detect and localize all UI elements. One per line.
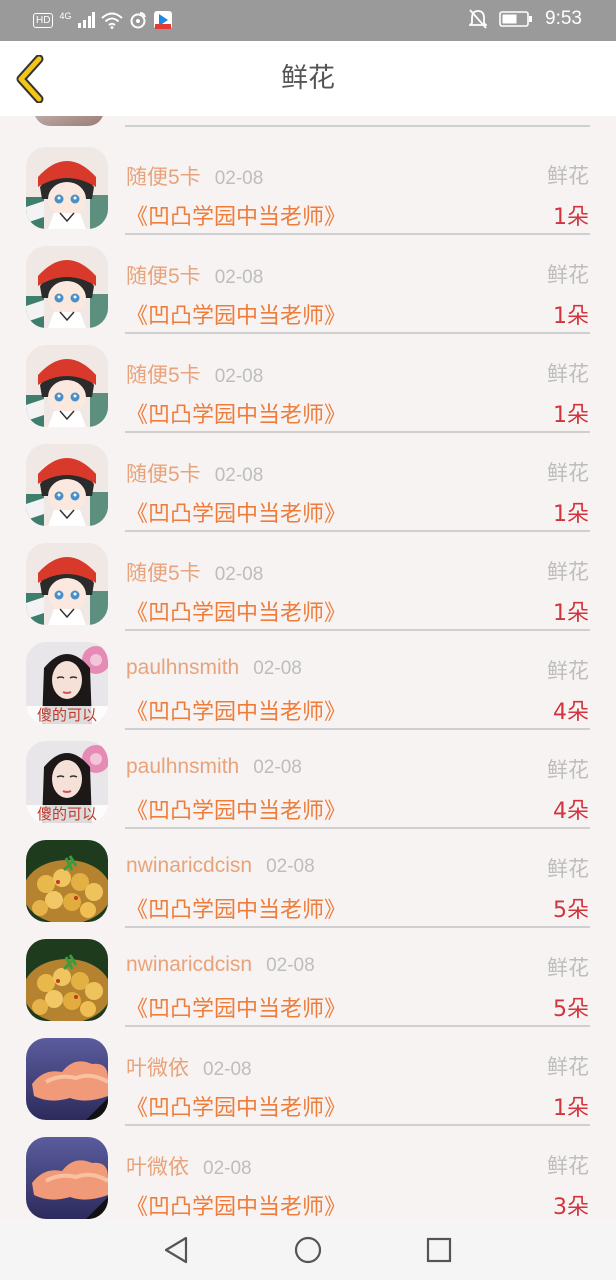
username[interactable]: paulhnsmith xyxy=(126,755,239,778)
username[interactable]: 叶微依 xyxy=(126,1156,189,1179)
status-right: 9:53 xyxy=(469,8,582,30)
date: 02-08 xyxy=(253,757,302,778)
flower-gift-list[interactable]: 随便5卡 02-08 鲜花 《凹凸学园中当老师》 1朵 随便5卡 02-08 鲜花 《凹凸学园中… xyxy=(0,116,616,1219)
wifi-icon xyxy=(101,12,124,29)
nav-back-icon[interactable] xyxy=(162,1235,192,1265)
weibo-icon xyxy=(130,12,147,29)
date: 02-08 xyxy=(214,465,264,486)
username-line: 随便5卡 02-08 xyxy=(126,161,263,191)
status-bar: HD 4G 9:53 xyxy=(0,0,616,41)
date: 02-08 xyxy=(214,168,264,189)
gift-type: 鲜花 xyxy=(547,1154,589,1178)
username-line: 随便5卡 02-08 xyxy=(126,458,263,488)
date: 02-08 xyxy=(266,955,315,976)
avatar[interactable] xyxy=(26,345,108,427)
username[interactable]: 随便5卡 xyxy=(126,265,201,288)
username[interactable]: nwinaricdcisn xyxy=(126,953,252,976)
username[interactable]: paulhnsmith xyxy=(126,656,239,679)
nav-recents-icon[interactable] xyxy=(424,1235,454,1265)
avatar[interactable] xyxy=(26,939,108,1021)
system-navigation-bar xyxy=(0,1219,616,1280)
list-item[interactable]: nwinaricdcisn 02-08 鲜花 《凹凸学园中当老师》 5朵 xyxy=(0,820,616,928)
date: 02-08 xyxy=(203,1158,252,1179)
date: 02-08 xyxy=(203,1059,252,1080)
gift-type: 鲜花 xyxy=(547,263,589,287)
list-item[interactable]: 傻的可以 paulhnsmith 02-08 鲜花 《凹凸学园中当老师》 4朵 xyxy=(0,622,616,730)
username[interactable]: 随便5卡 xyxy=(126,562,201,585)
page-title: 鲜花 xyxy=(281,63,335,94)
avatar[interactable]: 傻的可以 xyxy=(26,642,108,724)
avatar[interactable] xyxy=(26,1137,108,1219)
gift-type: 鲜花 xyxy=(547,758,589,782)
date: 02-08 xyxy=(253,658,302,679)
username[interactable]: 随便5卡 xyxy=(126,364,201,387)
clock: 9:53 xyxy=(545,8,582,29)
username-line: 随便5卡 02-08 xyxy=(126,260,263,290)
book-title[interactable]: 《凹凸学园中当老师》 xyxy=(126,1189,346,1219)
username[interactable]: 随便5卡 xyxy=(126,463,201,486)
username-line: 叶微依 02-08 xyxy=(126,1052,252,1082)
app-notification-icon xyxy=(154,11,173,29)
username-line: 叶微依 02-08 xyxy=(126,1151,252,1181)
avatar xyxy=(34,116,104,126)
gift-type: 鲜花 xyxy=(547,1055,589,1079)
gift-type: 鲜花 xyxy=(547,362,589,386)
avatar[interactable] xyxy=(26,147,108,229)
list-item[interactable]: 叶微依 02-08 鲜花《凹凸学园中当老师》 3朵 xyxy=(0,1117,616,1219)
list-item[interactable]: 叶微依 02-08 鲜花 《凹凸学园中当老师》 1朵 xyxy=(0,1018,616,1126)
username-line: 随便5卡 02-08 xyxy=(126,557,263,587)
username-line: 随便5卡 02-08 xyxy=(126,359,263,389)
avatar[interactable] xyxy=(26,246,108,328)
list-item[interactable]: 随便5卡 02-08 鲜花 《凹凸学园中当老师》 1朵 xyxy=(0,523,616,631)
avatar[interactable] xyxy=(26,444,108,526)
top-app-bar: 鲜花 xyxy=(0,41,616,116)
username-line: nwinaricdcisn 02-08 xyxy=(126,953,315,977)
avatar[interactable]: 傻的可以 xyxy=(26,741,108,823)
list-item[interactable]: 随便5卡 02-08 鲜花 《凹凸学园中当老师》 1朵 xyxy=(0,127,616,235)
list-item[interactable]: 傻的可以 paulhnsmith 02-08 鲜花 《凹凸学园中当老师》 4朵 xyxy=(0,721,616,829)
gift-type: 鲜花 xyxy=(547,560,589,584)
hd-badge: HD xyxy=(33,12,54,28)
avatar[interactable] xyxy=(26,1038,108,1120)
network-type: 4G xyxy=(59,11,72,21)
gift-type: 鲜花 xyxy=(547,164,589,188)
username[interactable]: 随便5卡 xyxy=(126,166,201,189)
username-line: nwinaricdcisn 02-08 xyxy=(126,854,315,878)
list-item[interactable]: 随便5卡 02-08 鲜花 《凹凸学园中当老师》 1朵 xyxy=(0,226,616,334)
bell-muted-icon xyxy=(469,9,488,29)
avatar[interactable] xyxy=(26,840,108,922)
date: 02-08 xyxy=(214,366,264,387)
username-line: paulhnsmith 02-08 xyxy=(126,755,302,779)
date: 02-08 xyxy=(214,564,264,585)
username[interactable]: 叶微依 xyxy=(126,1057,189,1080)
list-item[interactable]: 随便5卡 02-08 鲜花 《凹凸学园中当老师》 1朵 xyxy=(0,424,616,532)
nav-home-icon[interactable] xyxy=(293,1235,323,1265)
gift-type: 鲜花 xyxy=(547,461,589,485)
gift-type: 鲜花 xyxy=(547,659,589,683)
gift-count: 3朵 xyxy=(553,1195,589,1219)
username[interactable]: nwinaricdcisn xyxy=(126,854,252,877)
username-line: paulhnsmith 02-08 xyxy=(126,656,302,680)
date: 02-08 xyxy=(266,856,315,877)
status-left: HD 4G xyxy=(33,10,173,30)
battery-icon xyxy=(499,11,533,27)
list-item[interactable] xyxy=(0,116,616,127)
signal-icon xyxy=(78,12,96,28)
date: 02-08 xyxy=(214,267,264,288)
gift-type: 鲜花 xyxy=(547,857,589,881)
list-item[interactable]: nwinaricdcisn 02-08 鲜花 《凹凸学园中当老师》 5朵 xyxy=(0,919,616,1027)
gift-type: 鲜花 xyxy=(547,956,589,980)
avatar[interactable] xyxy=(26,543,108,625)
list-item[interactable]: 随便5卡 02-08 鲜花 《凹凸学园中当老师》 1朵 xyxy=(0,325,616,433)
